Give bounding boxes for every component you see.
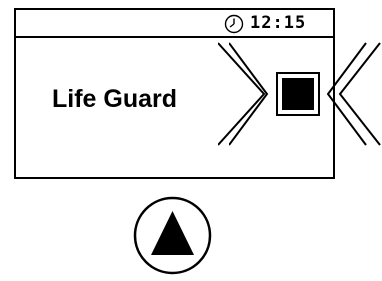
double-chevron-right-icon-inner [229,42,269,146]
double-chevron-left-icon [326,42,381,146]
triangle-up-icon [133,196,212,275]
stop-square-icon [276,72,320,116]
status-bar: 12:15 [16,10,333,38]
clock-time: 12:15 [250,13,307,33]
up-button[interactable] [133,196,212,275]
clock-icon [224,14,244,34]
mode-label: Life Guard [52,85,178,113]
